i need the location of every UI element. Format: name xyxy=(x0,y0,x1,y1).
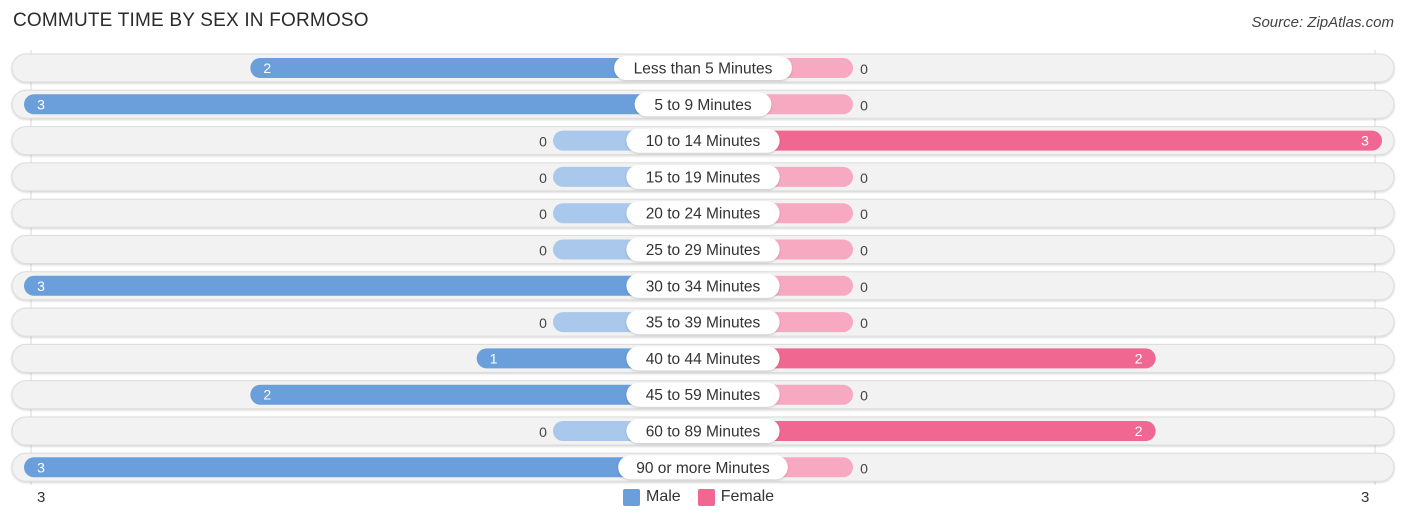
value-label-female: 0 xyxy=(860,460,868,476)
bar-female xyxy=(703,130,1382,151)
value-label-male: 0 xyxy=(539,206,547,222)
category-label: 10 to 14 Minutes xyxy=(646,133,761,150)
chart-row: 35 to 39 Minutes 0 0 xyxy=(11,307,1395,337)
category-label: 5 to 9 Minutes xyxy=(654,97,752,114)
category-label: 45 to 59 Minutes xyxy=(646,387,761,404)
value-label-female: 2 xyxy=(1135,423,1143,439)
value-label-male: 3 xyxy=(37,459,45,475)
category-label: 15 to 19 Minutes xyxy=(646,169,761,186)
category-label: Less than 5 Minutes xyxy=(634,61,773,78)
chart-row: 60 to 89 Minutes 0 2 xyxy=(11,416,1395,446)
value-label-male: 2 xyxy=(263,60,271,76)
value-label-female: 0 xyxy=(860,279,868,295)
value-label-female: 0 xyxy=(860,388,868,404)
category-label: 40 to 44 Minutes xyxy=(646,351,761,368)
chart-row: Less than 5 Minutes 2 0 xyxy=(11,53,1395,83)
value-label-female: 0 xyxy=(860,206,868,222)
chart-row: 30 to 34 Minutes 3 0 xyxy=(11,271,1395,301)
value-label-male: 3 xyxy=(37,96,45,112)
chart-canvas: Less than 5 Minutes2 05 to 9 Minutes3 010 … xyxy=(11,50,1395,485)
chart-row: 40 to 44 Minutes 1 2 xyxy=(11,343,1395,373)
bar-male xyxy=(24,457,703,478)
value-label-male: 0 xyxy=(539,315,547,331)
category-label: 60 to 89 Minutes xyxy=(646,424,761,441)
bar-male xyxy=(24,94,703,115)
legend-swatch-male xyxy=(623,488,640,506)
category-label: 20 to 24 Minutes xyxy=(646,206,761,223)
chart-row: 20 to 24 Minutes 0 0 xyxy=(11,198,1395,228)
value-label-male: 0 xyxy=(539,424,547,440)
bar-male xyxy=(24,275,703,296)
value-label-female: 0 xyxy=(860,170,868,186)
category-label: 90 or more Minutes xyxy=(636,460,770,477)
axis-label-left: 3 xyxy=(37,489,46,506)
category-label: 35 to 39 Minutes xyxy=(646,315,761,332)
legend: Male Female xyxy=(623,488,791,506)
value-label-male: 0 xyxy=(539,134,547,150)
value-label-male: 0 xyxy=(539,170,547,186)
category-label: 30 to 34 Minutes xyxy=(646,278,761,295)
legend-label-male: Male xyxy=(646,488,681,505)
category-label: 25 to 29 Minutes xyxy=(646,242,761,259)
axis-label-right: 3 xyxy=(1361,489,1370,506)
chart-row: 5 to 9 Minutes 3 0 xyxy=(11,89,1395,119)
value-label-male: 0 xyxy=(539,243,547,259)
legend-item-male[interactable]: Male xyxy=(623,488,681,506)
legend-item-female[interactable]: Female xyxy=(697,488,775,506)
value-label-female: 0 xyxy=(860,61,868,77)
value-label-male: 2 xyxy=(263,387,271,403)
legend-swatch-female xyxy=(697,488,715,506)
chart-row: 10 to 14 Minutes 0 3 xyxy=(11,126,1395,156)
value-label-female: 2 xyxy=(1135,350,1143,366)
legend-label-female: Female xyxy=(720,488,775,505)
chart-row: 25 to 29 Minutes 0 0 xyxy=(11,235,1395,264)
chart-row: 45 to 59 Minutes 2 0 xyxy=(11,380,1395,410)
value-label-female: 3 xyxy=(1361,133,1369,149)
chart-row: 90 or more Minutes 3 0 xyxy=(11,452,1395,482)
value-label-male: 1 xyxy=(490,350,498,366)
value-label-female: 0 xyxy=(860,243,868,259)
chart-row: 15 to 19 Minutes 0 0 xyxy=(11,162,1395,192)
value-label-male: 3 xyxy=(37,278,45,294)
value-label-female: 0 xyxy=(860,315,868,331)
value-label-female: 0 xyxy=(860,97,868,113)
